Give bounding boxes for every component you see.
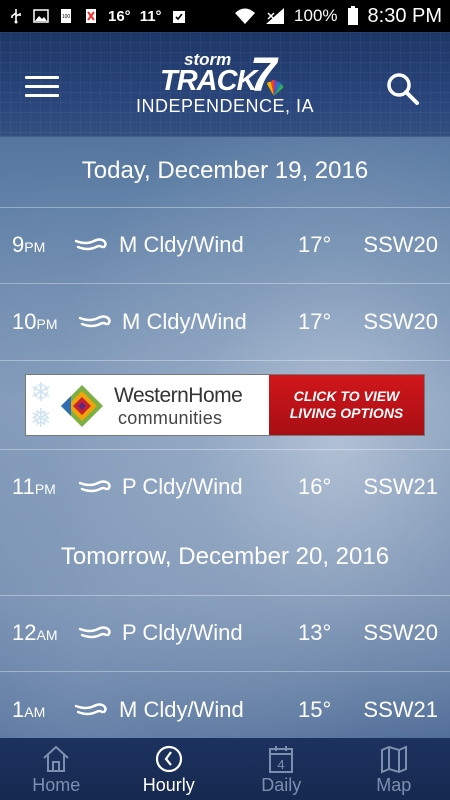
clipboard-check-icon	[172, 11, 185, 23]
divider	[0, 360, 450, 361]
status-temp-1: 16°	[108, 7, 131, 25]
ad-cta-line2: LIVING OPTIONS	[289, 405, 404, 421]
condition-label: P Cldy/Wind	[122, 474, 243, 499]
wind-icon	[74, 703, 107, 716]
no-sim-icon	[86, 9, 96, 23]
usb-icon	[11, 9, 21, 24]
location-label: INDEPENDENCE, IA	[135, 96, 315, 116]
temperature-label: 17°	[298, 309, 332, 334]
hourly-row[interactable]: 12AM P Cldy/Wind 13° SSW20	[0, 595, 450, 671]
wind-label: SSW21	[363, 474, 438, 499]
wind-icon	[74, 238, 107, 251]
condition-label: M Cldy/Wind	[119, 232, 244, 257]
ad-cta-line1: CLICK TO VIEW	[293, 388, 400, 404]
bottom-nav: Home Hourly 4 Daily Map	[0, 738, 450, 800]
calendar-number: 4	[277, 757, 284, 772]
hourly-row[interactable]: 9PM M Cldy/Wind 17° SSW20	[0, 207, 450, 283]
status-clock: 8:30 PM	[367, 4, 442, 27]
tab-hourly[interactable]: Hourly	[113, 738, 226, 800]
battery-100-icon: 100	[61, 9, 71, 23]
temperature-label: 13°	[298, 620, 332, 645]
tab-hourly-label: Hourly	[142, 775, 195, 795]
ad-brand-name: WesternHome	[114, 384, 243, 407]
wind-label: SSW20	[363, 309, 438, 334]
search-icon[interactable]	[384, 70, 420, 106]
hour-label: 11PM	[12, 474, 56, 499]
wifi-icon	[235, 8, 256, 24]
tab-map-label: Map	[376, 775, 412, 795]
temperature-label: 17°	[298, 232, 332, 257]
clock-icon	[155, 745, 182, 773]
date-header-today: Today, December 19, 2016	[81, 157, 369, 184]
logo-track-text: TRACK	[160, 65, 257, 97]
tab-daily-label: Daily	[261, 775, 302, 795]
ad-brand-sub: communities	[118, 408, 223, 428]
condition-label: M Cldy/Wind	[122, 309, 247, 334]
advertisement-banner[interactable]: ❄ ❅ WesternHome communities CLICK TO VIEW…	[25, 374, 425, 436]
ad-cta[interactable]: CLICK TO VIEW LIVING OPTIONS	[269, 375, 424, 435]
hamburger-line	[25, 76, 59, 79]
battery-percent: 100%	[294, 6, 338, 25]
wind-icon	[78, 626, 111, 639]
map-icon	[380, 745, 407, 774]
tab-home-label: Home	[32, 775, 81, 795]
battery-icon	[347, 6, 358, 25]
hamburger-line	[25, 85, 59, 88]
snowflake-icon: ❄ ❅	[30, 377, 52, 433]
tab-daily[interactable]: 4 Daily	[225, 738, 338, 800]
hour-label: 9PM	[12, 232, 46, 257]
hourly-row[interactable]: 1AM M Cldy/Wind 15° SSW21	[0, 672, 450, 748]
home-icon	[43, 745, 69, 772]
hour-label: 12AM	[12, 620, 58, 645]
tab-map[interactable]: Map	[338, 738, 450, 800]
nbc-peacock-icon	[267, 79, 284, 96]
hour-label: 10PM	[12, 309, 58, 334]
hourly-row[interactable]: 11PM P Cldy/Wind 16° SSW21	[0, 449, 450, 525]
temperature-label: 15°	[298, 697, 332, 722]
signal-icon	[266, 8, 285, 24]
menu-button[interactable]	[25, 76, 59, 98]
wind-label: SSW21	[363, 697, 438, 722]
wind-icon	[78, 480, 111, 493]
wind-label: SSW20	[363, 232, 438, 257]
svg-text:100: 100	[62, 14, 71, 20]
tab-home[interactable]: Home	[0, 738, 113, 800]
wind-label: SSW20	[363, 620, 438, 645]
wind-icon	[78, 315, 111, 328]
date-header-tomorrow: Tomorrow, December 20, 2016	[60, 543, 390, 570]
status-temp-2: 11°	[139, 7, 162, 25]
westernhome-logo-icon	[61, 385, 103, 427]
hourly-row[interactable]: 10PM M Cldy/Wind 17° SSW20	[0, 284, 450, 360]
app-header: storm TRACK 7 INDEPENDENCE, IA	[0, 32, 450, 137]
stormtrack7-logo: storm TRACK 7	[160, 49, 290, 102]
temperature-label: 16°	[298, 474, 332, 499]
ad-brand-panel: ❄ ❅ WesternHome communities	[26, 375, 269, 435]
status-bar: 100 16° 11° 100% 8:30 PM	[0, 0, 450, 32]
image-icon	[33, 9, 49, 23]
condition-label: P Cldy/Wind	[122, 620, 243, 645]
calendar-icon: 4	[269, 746, 293, 773]
condition-label: M Cldy/Wind	[119, 697, 244, 722]
